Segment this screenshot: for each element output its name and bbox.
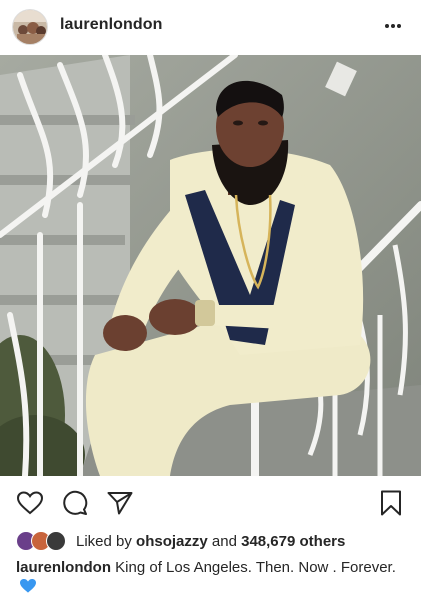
profile-avatar[interactable] [12, 9, 48, 45]
caption-username[interactable]: laurenlondon [16, 559, 111, 576]
heart-icon [17, 491, 43, 515]
blue-heart-icon [19, 578, 37, 600]
likes-count[interactable]: 348,679 others [241, 533, 345, 550]
more-options-button[interactable] [381, 12, 405, 40]
comment-button[interactable] [61, 489, 89, 517]
likes-text: Liked by ohsojazzy and 348,679 others [76, 533, 345, 550]
likes-prefix: Liked by [76, 532, 132, 550]
liker-avatar [46, 531, 66, 551]
post-photo[interactable] [0, 55, 421, 476]
caption-text: King of Los Angeles. Then. Now . Forever… [115, 559, 396, 576]
post-caption: laurenlondon King of Los Angeles. Then. … [16, 558, 411, 600]
save-button[interactable] [377, 489, 405, 517]
like-button[interactable] [16, 489, 44, 517]
post-username[interactable]: laurenlondon [60, 16, 163, 34]
send-icon [107, 492, 133, 515]
more-dots-icon [385, 24, 401, 28]
liker-avatars [16, 531, 68, 551]
share-button[interactable] [106, 489, 134, 517]
comment-icon [63, 490, 88, 515]
likes-row[interactable]: Liked by ohsojazzy and 348,679 others [16, 530, 345, 552]
post-header: laurenlondon [0, 0, 421, 55]
likes-first-user[interactable]: ohsojazzy [136, 533, 208, 550]
likes-connector: and [211, 532, 237, 550]
action-bar [0, 476, 421, 526]
bookmark-icon [381, 490, 401, 516]
